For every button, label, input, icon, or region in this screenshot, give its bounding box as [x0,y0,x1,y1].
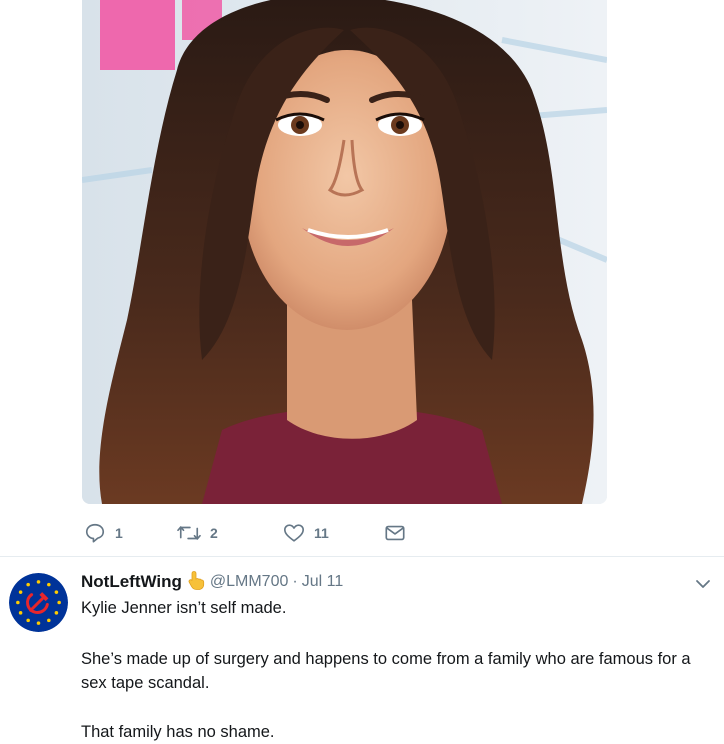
pointing-finger-emoji-icon [187,570,205,595]
more-options-button[interactable] [693,574,713,594]
tweet-timestamp[interactable]: Jul 11 [302,573,344,591]
reply-button[interactable]: 1 [84,518,123,548]
tweet-text-paragraph-1: Kylie Jenner isn’t self made. [81,599,287,617]
tweet-photo[interactable] [82,0,607,504]
heart-icon [284,524,304,542]
avatar[interactable] [9,573,68,632]
like-count: 11 [314,525,329,541]
tweet-divider [0,556,724,557]
envelope-icon [385,525,405,541]
tweet-text-paragraph-3: That family has no shame. [81,723,275,741]
hammer-sickle-stars-avatar-icon [9,573,68,632]
chevron-down-icon [696,580,710,588]
like-button[interactable]: 11 [283,518,329,548]
portrait-image [82,0,607,504]
tweet-header: NotLeftWing @LMM700 · Jul 11 [81,570,344,595]
display-name[interactable]: NotLeftWing [81,572,182,592]
user-handle[interactable]: @LMM700 [210,573,289,591]
tweet-action-bar: 1 2 11 [82,518,442,548]
tweet-text-paragraph-2: She’s made up of surgery and happens to … [81,650,691,692]
reply-icon [85,523,105,543]
retweet-button[interactable]: 2 [177,518,218,548]
reply-count: 1 [115,525,123,541]
retweet-icon [177,526,201,540]
direct-message-button[interactable] [384,518,406,548]
separator-dot: · [292,573,298,590]
retweet-count: 2 [210,525,218,541]
